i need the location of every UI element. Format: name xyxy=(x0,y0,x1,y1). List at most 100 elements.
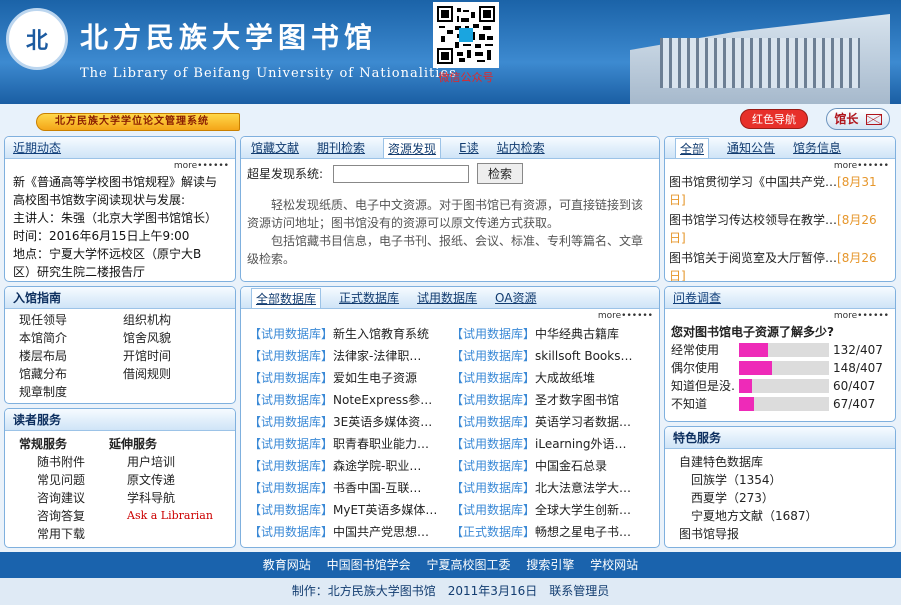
tab-all-databases[interactable]: 全部数据库 xyxy=(251,288,322,308)
reader-link[interactable]: 咨询答复 xyxy=(19,507,109,525)
database-name[interactable]: 圣才数字图书馆 xyxy=(535,393,619,407)
database-name[interactable]: 新生入馆教育系统 xyxy=(333,327,429,341)
tab-affairs[interactable]: 馆务信息 xyxy=(793,137,841,158)
guide-link[interactable]: 规章制度 xyxy=(19,383,123,401)
tab-announcements[interactable]: 通知公告 xyxy=(727,137,775,158)
thesis-system-link[interactable]: 北方民族大学学位论文管理系统 xyxy=(36,113,240,131)
database-item[interactable]: 【试用数据库】北大法意法学大… xyxy=(451,477,647,499)
database-name[interactable]: 书香中国-互联… xyxy=(333,481,421,495)
database-name[interactable]: 中国共产党思想… xyxy=(333,525,429,539)
database-name[interactable]: iLearning外语… xyxy=(535,437,626,451)
database-name[interactable]: 爱如生电子资源 xyxy=(333,371,417,385)
database-name[interactable]: 3E英语多媒体资… xyxy=(333,415,432,429)
news-line[interactable]: 新《普通高等学校图书馆规程》解读与 xyxy=(13,173,227,191)
tab-e-read[interactable]: E读 xyxy=(459,137,479,158)
databases-more-link[interactable]: more•••••• xyxy=(241,309,659,323)
database-item[interactable]: 【试用数据库】iLearning外语… xyxy=(451,433,647,455)
special-item[interactable]: 西夏学（273） xyxy=(679,489,895,507)
footer-link-education[interactable]: 教育网站 xyxy=(263,558,311,572)
search-button[interactable]: 检索 xyxy=(477,163,524,184)
special-db-heading[interactable]: 自建特色数据库 xyxy=(679,453,895,471)
database-item[interactable]: 【试用数据库】职青春职业能力… xyxy=(249,433,445,455)
footer-link-library-society[interactable]: 中国图书馆学会 xyxy=(327,558,411,572)
database-name[interactable]: NoteExpress参… xyxy=(333,393,432,407)
database-item[interactable]: 【试用数据库】中华经典古籍库 xyxy=(451,323,647,345)
red-navigation-button[interactable]: 红色导航 xyxy=(740,109,808,129)
database-item[interactable]: 【试用数据库】3E英语多媒体资… xyxy=(249,411,445,433)
special-item[interactable]: 回族学（1354） xyxy=(679,471,895,489)
footer-link-ningxia-committee[interactable]: 宁夏高校图工委 xyxy=(426,558,510,572)
database-item[interactable]: 【试用数据库】大成故纸堆 xyxy=(451,367,647,389)
tab-journal-search[interactable]: 期刊检索 xyxy=(317,137,365,158)
database-item[interactable]: 【试用数据库】圣才数字图书馆 xyxy=(451,389,647,411)
guide-link[interactable]: 本馆简介 xyxy=(19,329,123,347)
survey-more-link[interactable]: more•••••• xyxy=(665,309,895,323)
guide-link[interactable]: 借阅规则 xyxy=(123,365,171,383)
news-title[interactable]: 近期动态 xyxy=(13,141,61,155)
database-item[interactable]: 【试用数据库】森途学院-职业… xyxy=(249,455,445,477)
survey-title[interactable]: 问卷调查 xyxy=(673,291,721,305)
database-item[interactable]: 【试用数据库】法律家-法律职… xyxy=(249,345,445,367)
library-newspaper-link[interactable]: 图书馆导报 xyxy=(679,525,895,543)
footer-link-school-sites[interactable]: 学校网站 xyxy=(590,558,638,572)
ask-librarian-link[interactable]: Ask a Librarian xyxy=(109,507,213,525)
tab-catalog[interactable]: 馆藏文献 xyxy=(251,137,299,158)
database-name[interactable]: skillsoft Books… xyxy=(535,349,632,363)
database-item[interactable]: 【试用数据库】英语学习者数据… xyxy=(451,411,647,433)
database-name[interactable]: 英语学习者数据… xyxy=(535,415,631,429)
special-item[interactable]: 宁夏地方文献（1687） xyxy=(679,507,895,525)
notice-item[interactable]: 图书馆学习传达校领导在教学…[8月26日] xyxy=(669,211,891,247)
notice-title[interactable]: 图书馆关于阅览室及大厅暂停… xyxy=(669,251,837,265)
guide-link[interactable]: 馆舍风貌 xyxy=(123,329,171,347)
database-name[interactable]: 北大法意法学大… xyxy=(535,481,631,495)
guide-link[interactable]: 馆藏分布 xyxy=(19,365,123,383)
database-item[interactable]: 【试用数据库】新生入馆教育系统 xyxy=(249,323,445,345)
reader-link[interactable]: 随书附件 xyxy=(19,453,109,471)
guide-link[interactable]: 楼层布局 xyxy=(19,347,123,365)
tab-oa-resources[interactable]: OA资源 xyxy=(495,287,536,308)
database-name[interactable]: 大成故纸堆 xyxy=(535,371,595,385)
reader-link[interactable]: 常用下载 xyxy=(19,525,109,543)
database-name[interactable]: 全球大学生创新… xyxy=(535,503,631,517)
database-name[interactable]: 法律家-法律职… xyxy=(333,349,421,363)
database-name[interactable]: 中国金石总录 xyxy=(535,459,607,473)
tab-official-databases[interactable]: 正式数据库 xyxy=(339,287,399,308)
database-name[interactable]: 森途学院-职业… xyxy=(333,459,421,473)
database-name[interactable]: MyET英语多媒体… xyxy=(333,503,437,517)
database-item[interactable]: 【试用数据库】MyET英语多媒体… xyxy=(249,499,445,521)
reader-link[interactable]: 学科导航 xyxy=(109,489,213,507)
database-item[interactable]: 【试用数据库】skillsoft Books… xyxy=(451,345,647,367)
database-item[interactable]: 【试用数据库】书香中国-互联… xyxy=(249,477,445,499)
search-input[interactable] xyxy=(333,164,470,183)
guide-link[interactable]: 组织机构 xyxy=(123,311,171,329)
notice-title[interactable]: 图书馆贯彻学习《中国共产党… xyxy=(669,175,837,189)
notice-item[interactable]: 图书馆贯彻学习《中国共产党…[8月31日] xyxy=(669,173,891,209)
database-item[interactable]: 【试用数据库】爱如生电子资源 xyxy=(249,367,445,389)
news-more-link[interactable]: more•••••• xyxy=(5,159,235,173)
reader-link[interactable]: 用户培训 xyxy=(109,453,213,471)
database-type-tag: 【试用数据库】 xyxy=(451,481,536,495)
database-item[interactable]: 【试用数据库】全球大学生创新… xyxy=(451,499,647,521)
database-name[interactable]: 职青春职业能力… xyxy=(333,437,429,451)
tab-site-search[interactable]: 站内检索 xyxy=(497,137,545,158)
database-name[interactable]: 畅想之星电子书… xyxy=(535,525,631,539)
guide-link[interactable]: 现任领导 xyxy=(19,311,123,329)
reader-link[interactable]: 常见问题 xyxy=(19,471,109,489)
database-tabs: 全部数据库 正式数据库 试用数据库 OA资源 xyxy=(241,287,659,309)
database-item[interactable]: 【试用数据库】中国金石总录 xyxy=(451,455,647,477)
tab-all-notices[interactable]: 全部 xyxy=(675,138,710,158)
footer-link-search-engines[interactable]: 搜索引擎 xyxy=(526,558,574,572)
tab-resource-discovery[interactable]: 资源发现 xyxy=(383,138,442,158)
database-item[interactable]: 【正式数据库】畅想之星电子书… xyxy=(451,521,647,543)
database-item[interactable]: 【试用数据库】中国共产党思想… xyxy=(249,521,445,543)
guide-link[interactable]: 开馆时间 xyxy=(123,347,171,365)
notices-more-link[interactable]: more•••••• xyxy=(665,159,895,173)
tab-trial-databases[interactable]: 试用数据库 xyxy=(417,287,477,308)
notice-item[interactable]: 图书馆关于阅览室及大厅暂停…[8月26日] xyxy=(669,249,891,281)
reader-link[interactable]: 咨询建议 xyxy=(19,489,109,507)
database-item[interactable]: 【试用数据库】NoteExpress参… xyxy=(249,389,445,411)
notice-title[interactable]: 图书馆学习传达校领导在教学… xyxy=(669,213,837,227)
reader-link[interactable]: 原文传递 xyxy=(109,471,213,489)
database-name[interactable]: 中华经典古籍库 xyxy=(535,327,619,341)
director-mailbox-button[interactable]: 馆长 xyxy=(826,108,890,130)
